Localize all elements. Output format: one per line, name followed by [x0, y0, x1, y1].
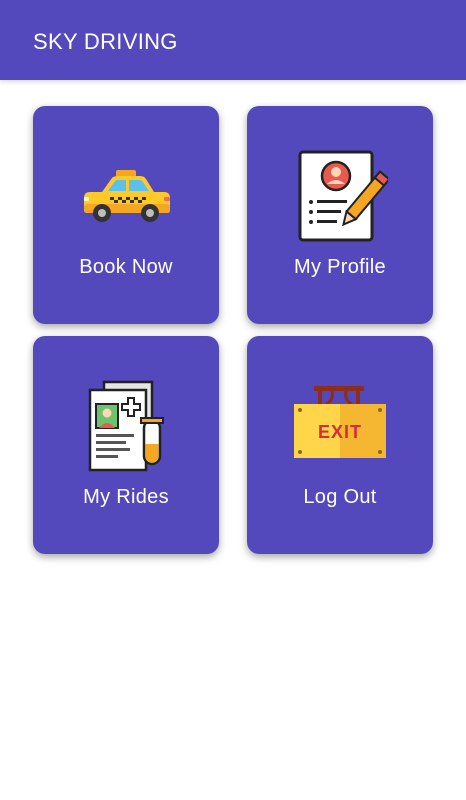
log-out-button[interactable]: EXIT Log Out: [247, 336, 433, 554]
exit-sign-text: EXIT: [318, 422, 362, 442]
ride-record-icon: [33, 378, 219, 474]
my-profile-button[interactable]: My Profile: [247, 106, 433, 324]
my-rides-label: My Rides: [83, 486, 169, 508]
exit-sign-icon: EXIT: [247, 378, 433, 474]
book-now-label: Book Now: [79, 256, 173, 278]
taxi-car-icon: [33, 148, 219, 244]
my-profile-label: My Profile: [294, 256, 386, 278]
my-rides-button[interactable]: My Rides: [33, 336, 219, 554]
app-bar: SKY DRIVING: [0, 0, 466, 80]
app-title: SKY DRIVING: [33, 29, 178, 54]
profile-form-icon: [247, 148, 433, 244]
book-now-button[interactable]: Book Now: [33, 106, 219, 324]
log-out-label: Log Out: [303, 486, 377, 508]
